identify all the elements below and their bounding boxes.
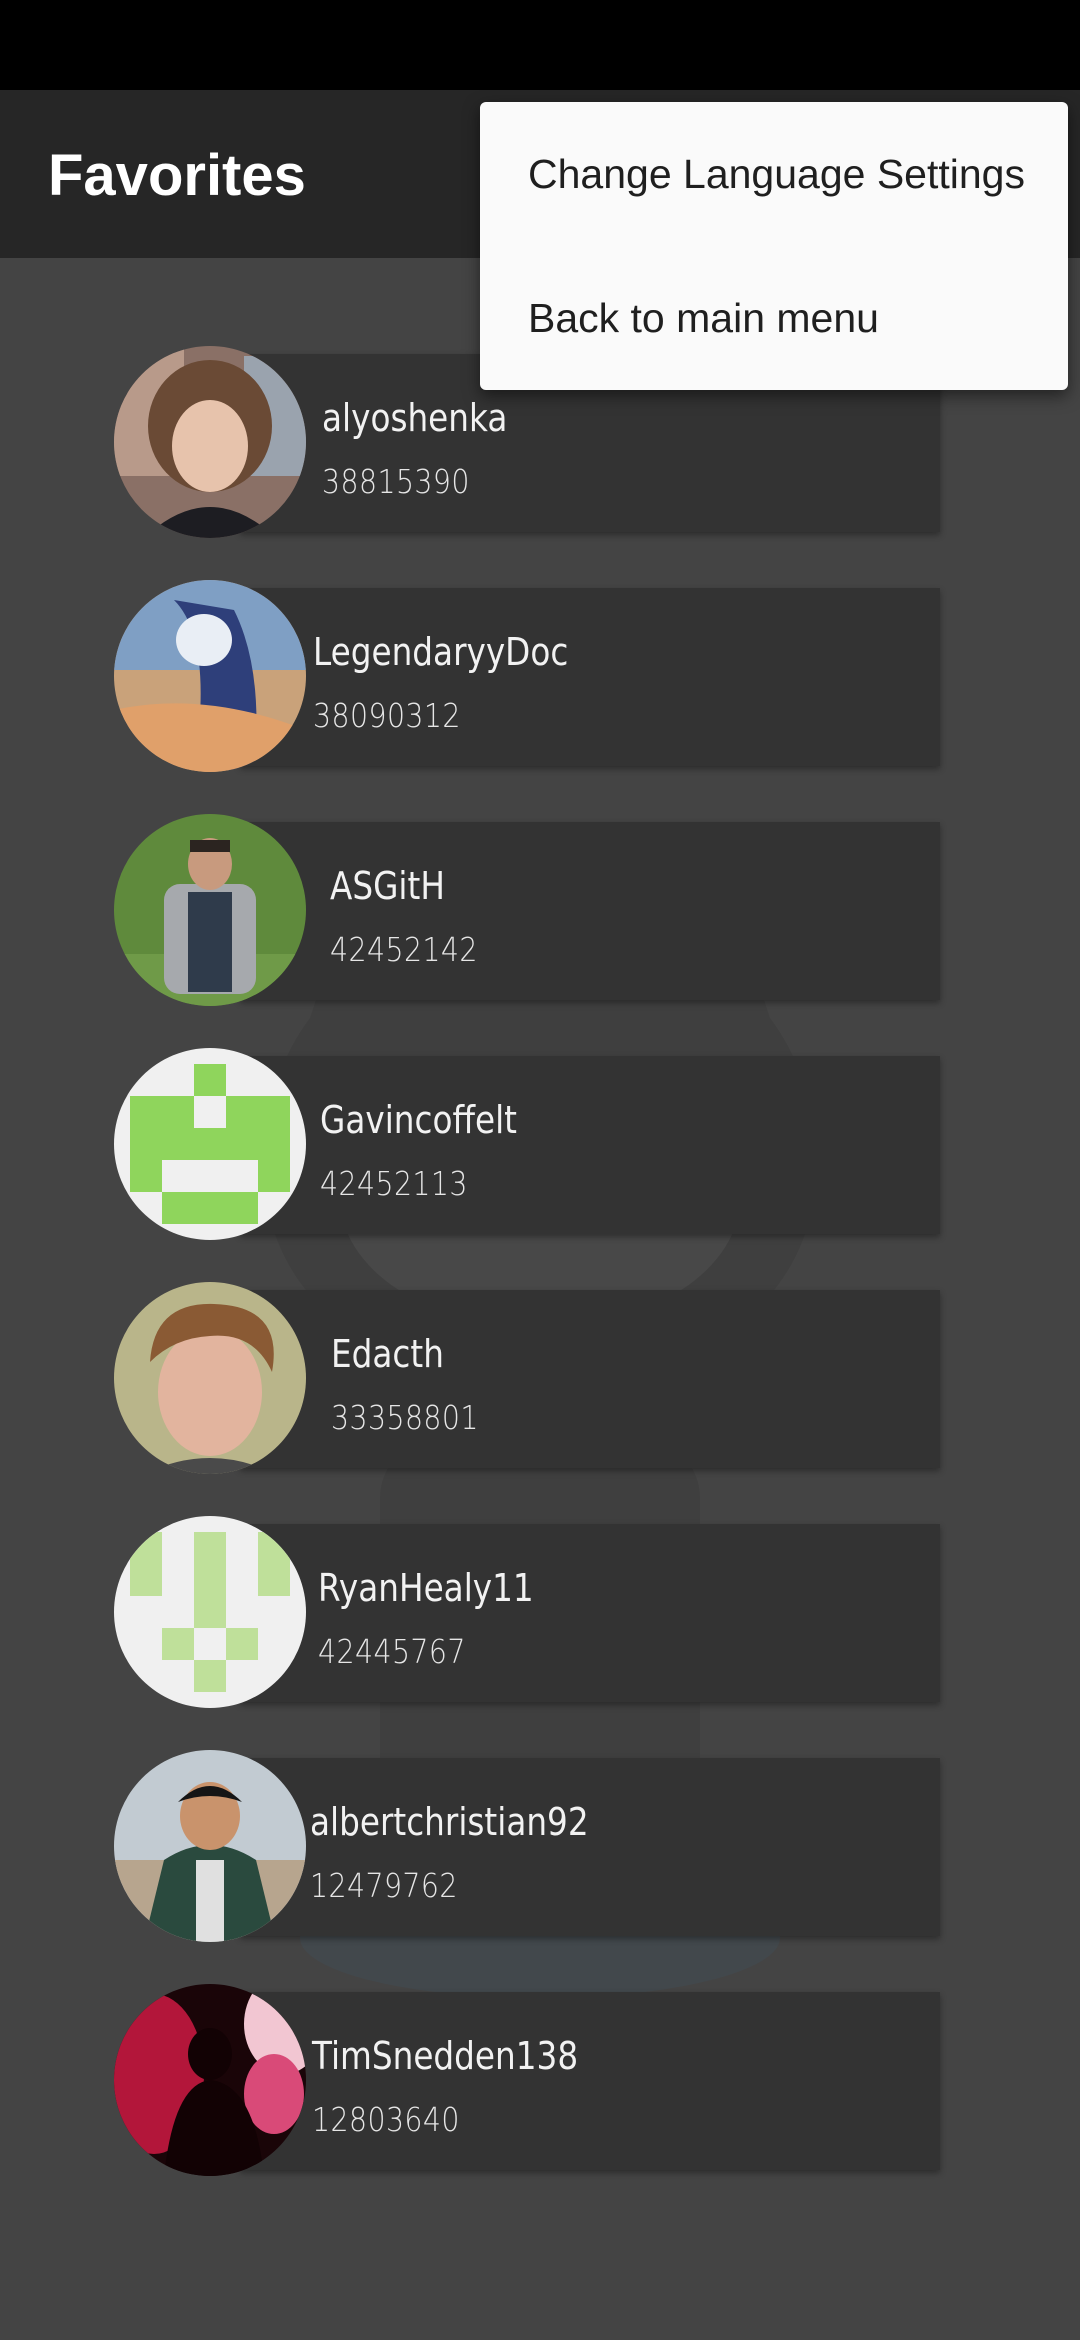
favorite-id: 33358801: [331, 1398, 479, 1437]
menu-item-change-language[interactable]: Change Language Settings: [480, 102, 1068, 246]
favorite-card[interactable]: [240, 1524, 940, 1702]
avatar[interactable]: [114, 1750, 306, 1942]
favorite-username: alyoshenka: [322, 396, 508, 440]
favorite-card[interactable]: [240, 1992, 940, 2170]
avatar[interactable]: [114, 1282, 306, 1474]
favorite-id: 42452113: [320, 1164, 468, 1203]
favorite-username: Edacth: [331, 1332, 444, 1376]
favorite-username: RyanHealy11: [318, 1566, 534, 1610]
favorite-card[interactable]: [240, 1758, 940, 1936]
favorite-id: 12803640: [312, 2100, 460, 2139]
avatar[interactable]: [114, 814, 306, 1006]
status-bar: [0, 0, 1080, 90]
favorite-id: 42452142: [330, 930, 478, 969]
avatar[interactable]: [114, 1048, 306, 1240]
favorite-username: albertchristian92: [310, 1800, 589, 1844]
avatar[interactable]: [114, 580, 306, 772]
favorite-id: 42445767: [318, 1632, 466, 1671]
favorite-card[interactable]: [240, 1056, 940, 1234]
favorite-id: 12479762: [310, 1866, 458, 1905]
avatar[interactable]: [114, 1516, 306, 1708]
menu-item-label: Back to main menu: [528, 294, 879, 341]
favorite-id: 38090312: [313, 696, 461, 735]
favorite-username: Gavincoffelt: [320, 1098, 517, 1142]
favorite-card[interactable]: [240, 822, 940, 1000]
menu-item-label: Change Language Settings: [528, 150, 1025, 197]
avatar[interactable]: [114, 346, 306, 538]
favorite-card[interactable]: [240, 1290, 940, 1468]
favorite-username: LegendaryyDoc: [313, 630, 569, 674]
favorite-username: TimSnedden138: [312, 2034, 579, 2078]
favorite-id: 38815390: [322, 462, 470, 501]
menu-item-back-to-main-menu[interactable]: Back to main menu: [480, 246, 1068, 390]
avatar[interactable]: [114, 1984, 306, 2176]
favorite-card[interactable]: [240, 588, 940, 766]
page-title: Favorites: [48, 143, 306, 208]
favorites-list[interactable]: alyoshenka 38815390 LegendaryyDoc 380903…: [0, 258, 1080, 2340]
favorite-username: ASGitH: [330, 864, 445, 908]
overflow-menu: Change Language Settings Back to main me…: [480, 102, 1068, 390]
